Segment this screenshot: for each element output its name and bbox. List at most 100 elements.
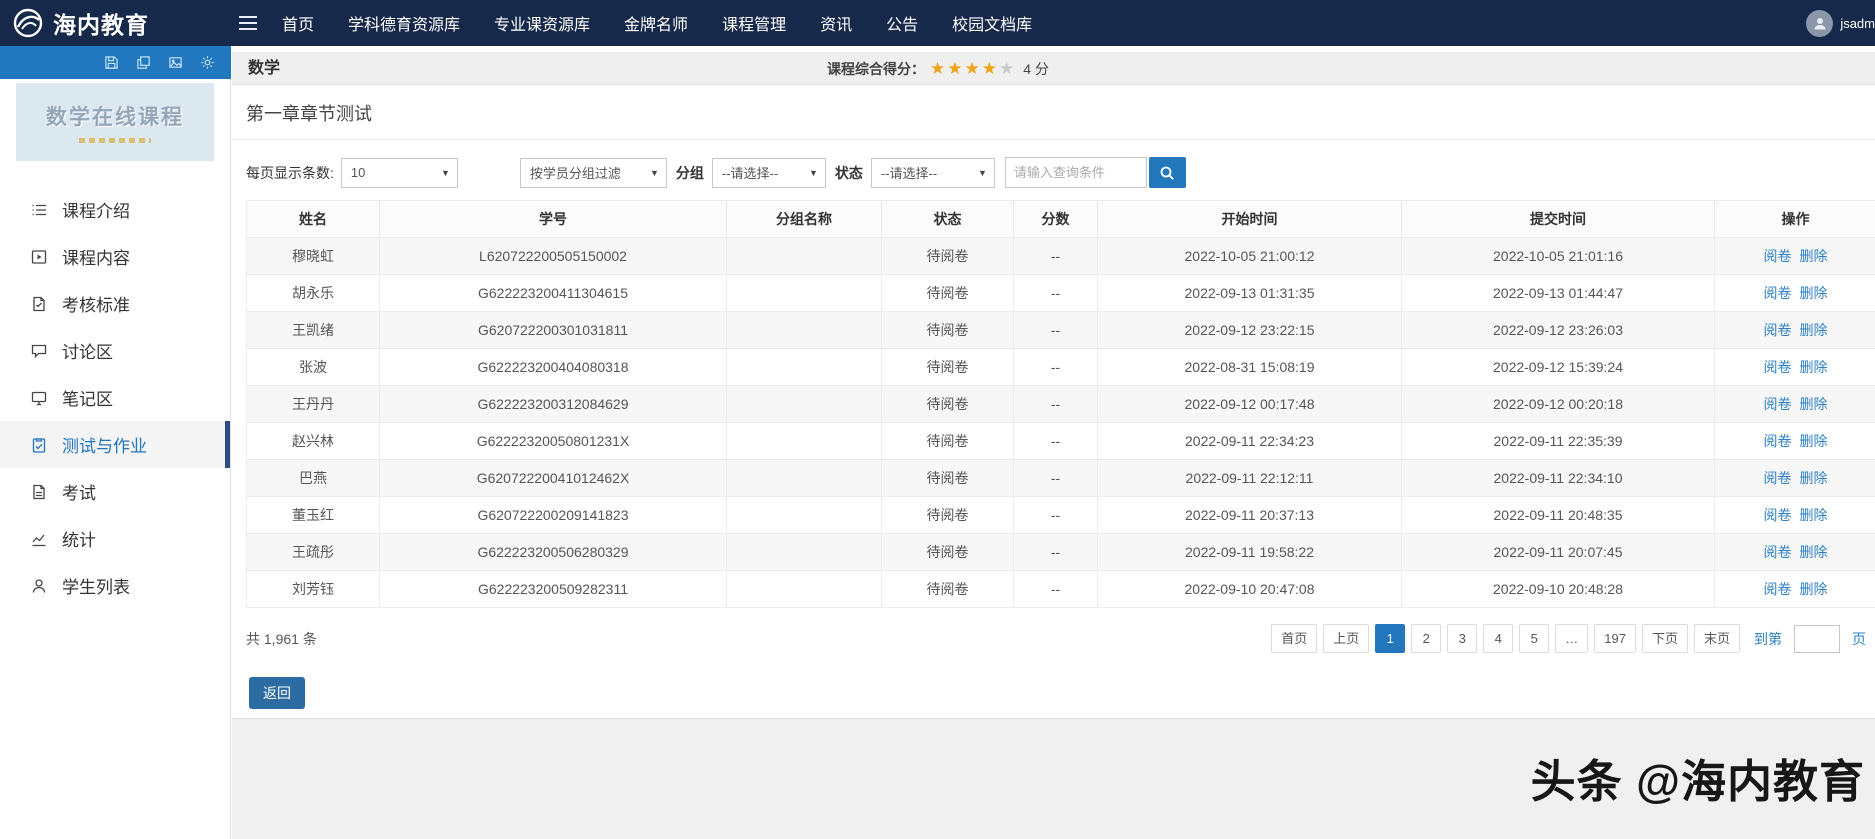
cell-name: 董玉红 [246,496,380,534]
windows-icon[interactable] [136,55,151,70]
nav-item[interactable]: 课程管理 [722,11,786,35]
image-icon[interactable] [168,55,183,70]
sidebar-item-course-content[interactable]: 课程内容 [0,233,230,280]
back-button[interactable]: 返回 [249,677,305,709]
chevron-down-icon: ▼ [440,167,450,178]
cell-group [726,533,882,571]
delete-link[interactable]: 删除 [1800,544,1828,560]
search-input[interactable] [1004,157,1147,188]
search-button[interactable] [1148,157,1186,188]
review-link[interactable]: 阅卷 [1764,322,1792,338]
sidebar-item-student-list[interactable]: 学生列表 [0,562,230,609]
delete-link[interactable]: 删除 [1800,285,1828,301]
hamburger-menu-icon[interactable] [238,15,258,31]
goto-page-input[interactable] [1794,624,1840,653]
cell-name: 巴燕 [246,459,380,497]
nav-item[interactable]: 资讯 [820,11,852,35]
delete-link[interactable]: 删除 [1800,396,1828,412]
cell-start-time: 2022-09-11 22:12:11 [1097,459,1402,497]
app-logo[interactable]: 海内教育 [0,6,230,40]
group-select[interactable]: --请选择-- ▼ [711,157,826,188]
sidebar-item-notes[interactable]: 笔记区 [0,374,230,421]
cell-name: 王丹丹 [246,385,380,423]
status-select[interactable]: --请选择-- ▼ [870,157,995,188]
page-button[interactable]: 1 [1375,624,1406,653]
page-button[interactable]: 4 [1483,624,1514,653]
delete-link[interactable]: 删除 [1800,507,1828,523]
cell-status: 待阅卷 [881,385,1014,423]
results-table: 姓名 学号 分组名称 状态 分数 开始时间 提交时间 操作 穆晓虹 L62072… [246,200,1875,608]
cell-group [726,311,882,349]
cell-group [726,348,882,386]
cell-name: 赵兴林 [246,422,380,460]
sidebar-item-label: 考试 [62,484,96,503]
cell-name: 王凯绪 [246,311,380,349]
page-size-select[interactable]: 10 ▼ [340,157,458,188]
total-count: 共 1,961 条 [246,630,317,647]
delete-link[interactable]: 删除 [1800,322,1828,338]
review-link[interactable]: 阅卷 [1764,507,1792,523]
cell-name: 胡永乐 [246,274,380,312]
cell-student-id: L620722200505150002 [379,237,727,275]
play-icon [31,249,47,264]
nav-item[interactable]: 首页 [282,11,314,35]
review-link[interactable]: 阅卷 [1764,470,1792,486]
sidebar-item-course-intro[interactable]: 课程介绍 [0,186,230,233]
cell-submit-time: 2022-09-12 23:26:03 [1401,311,1715,349]
delete-link[interactable]: 删除 [1800,248,1828,264]
page-button[interactable]: 197 [1594,624,1636,653]
review-link[interactable]: 阅卷 [1764,433,1792,449]
course-sidebar: 数学在线课程 课程介绍 课程内容 考核标准 讨论区 笔记区 测试与作业 考试 统… [0,79,231,839]
cell-actions: 阅卷 删除 [1714,237,1875,275]
cell-start-time: 2022-10-05 21:00:12 [1097,237,1402,275]
nav-item[interactable]: 校园文档库 [952,11,1032,35]
cell-status: 待阅卷 [881,533,1014,571]
page-button[interactable]: 上页 [1323,624,1370,653]
main-content: 第一章章节测试 每页显示条数: 10 ▼ 按学员分组过滤 ▼ 分组 --请选择-… [232,85,1875,718]
cell-actions: 阅卷 删除 [1714,311,1875,349]
page-button[interactable]: 首页 [1271,624,1318,653]
review-link[interactable]: 阅卷 [1764,544,1792,560]
column-header: 操作 [1714,200,1875,238]
sidebar-item-discussion[interactable]: 讨论区 [0,327,230,374]
delete-link[interactable]: 删除 [1800,581,1828,597]
monitor-icon [31,391,47,405]
sidebar-item-statistics[interactable]: 统计 [0,515,230,562]
cell-group [726,422,882,460]
review-link[interactable]: 阅卷 [1764,581,1792,597]
nav-item[interactable]: 学科德育资源库 [348,11,460,35]
review-link[interactable]: 阅卷 [1764,285,1792,301]
page-button[interactable]: 下页 [1641,624,1688,653]
nav-item[interactable]: 金牌名师 [624,11,688,35]
cell-group [726,496,882,534]
page-button[interactable]: 5 [1519,624,1550,653]
page-button[interactable]: … [1555,624,1589,653]
cell-actions: 阅卷 删除 [1714,385,1875,423]
page-button[interactable]: 2 [1411,624,1442,653]
star-filled-icon: ★ [964,58,982,78]
column-header: 开始时间 [1097,200,1402,238]
review-link[interactable]: 阅卷 [1764,396,1792,412]
table-row: 胡永乐 G622223200411304615 待阅卷 -- 2022-09-1… [246,274,1875,312]
delete-link[interactable]: 删除 [1800,359,1828,375]
page-button[interactable]: 3 [1447,624,1478,653]
save-icon[interactable] [104,55,119,70]
review-link[interactable]: 阅卷 [1764,248,1792,264]
username[interactable]: jsadm [1840,16,1875,31]
gear-icon[interactable] [200,55,215,70]
sidebar-item-assessment-standard[interactable]: 考核标准 [0,280,230,327]
sidebar-item-tests-homework[interactable]: 测试与作业 [0,421,230,468]
delete-link[interactable]: 删除 [1800,433,1828,449]
page-button[interactable]: 末页 [1693,624,1740,653]
cell-score: -- [1013,348,1098,386]
review-link[interactable]: 阅卷 [1764,359,1792,375]
nav-item[interactable]: 专业课资源库 [494,11,590,35]
select-value: 按学员分组过滤 [529,166,621,181]
user-menu[interactable]: jsadm [1806,9,1875,37]
group-filter-select[interactable]: 按学员分组过滤 ▼ [519,157,667,188]
delete-link[interactable]: 删除 [1800,470,1828,486]
course-thumbnail: 数学在线课程 [16,83,214,161]
avatar[interactable] [1806,9,1834,37]
nav-item[interactable]: 公告 [886,11,918,35]
sidebar-item-exam[interactable]: 考试 [0,468,230,515]
